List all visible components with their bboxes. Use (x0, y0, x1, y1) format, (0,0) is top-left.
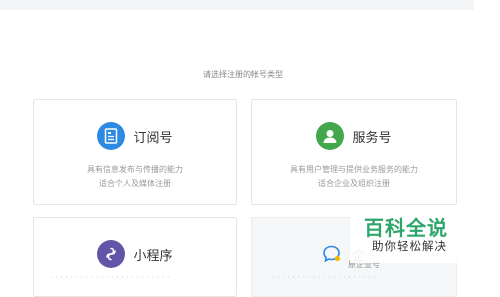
watermark: 百科全说 助你轻松解决 (350, 205, 462, 263)
person-icon (316, 122, 345, 150)
watermark-main: 百科全说 (364, 216, 448, 240)
top-bar (0, 0, 474, 10)
subscription-account-card[interactable]: 订阅号 具有信息发布与传播的能力 适合个人及媒体注册 (33, 99, 237, 205)
service-account-card[interactable]: 服务号 具有用户管理与提供业务服务的能力 适合企业及组织注册 (251, 99, 457, 205)
card-description: 具有信息发布与传播的能力 适合个人及媒体注册 (87, 165, 183, 188)
truncated-text: · · · · · · · · · · · · · · · · · · · · … (272, 273, 377, 282)
card-description: 具有用户管理与提供业务服务的能力 适合企业及组织注册 (290, 165, 418, 188)
watermark-sub: 助你轻松解决 (372, 239, 447, 253)
mini-program-icon (97, 240, 126, 268)
card-title: 服务号 (352, 130, 392, 146)
document-icon (97, 122, 126, 150)
account-type-prompt: 请选择注册的帐号类型 (203, 70, 283, 79)
mini-program-card[interactable]: 小程序 (33, 217, 237, 297)
card-title: 小程序 (133, 248, 173, 264)
enterprise-chat-icon (318, 240, 346, 268)
truncated-text: · · · · · · · · · · · · · · · · · · · · … (50, 273, 170, 282)
card-title: 订阅号 (133, 130, 173, 146)
